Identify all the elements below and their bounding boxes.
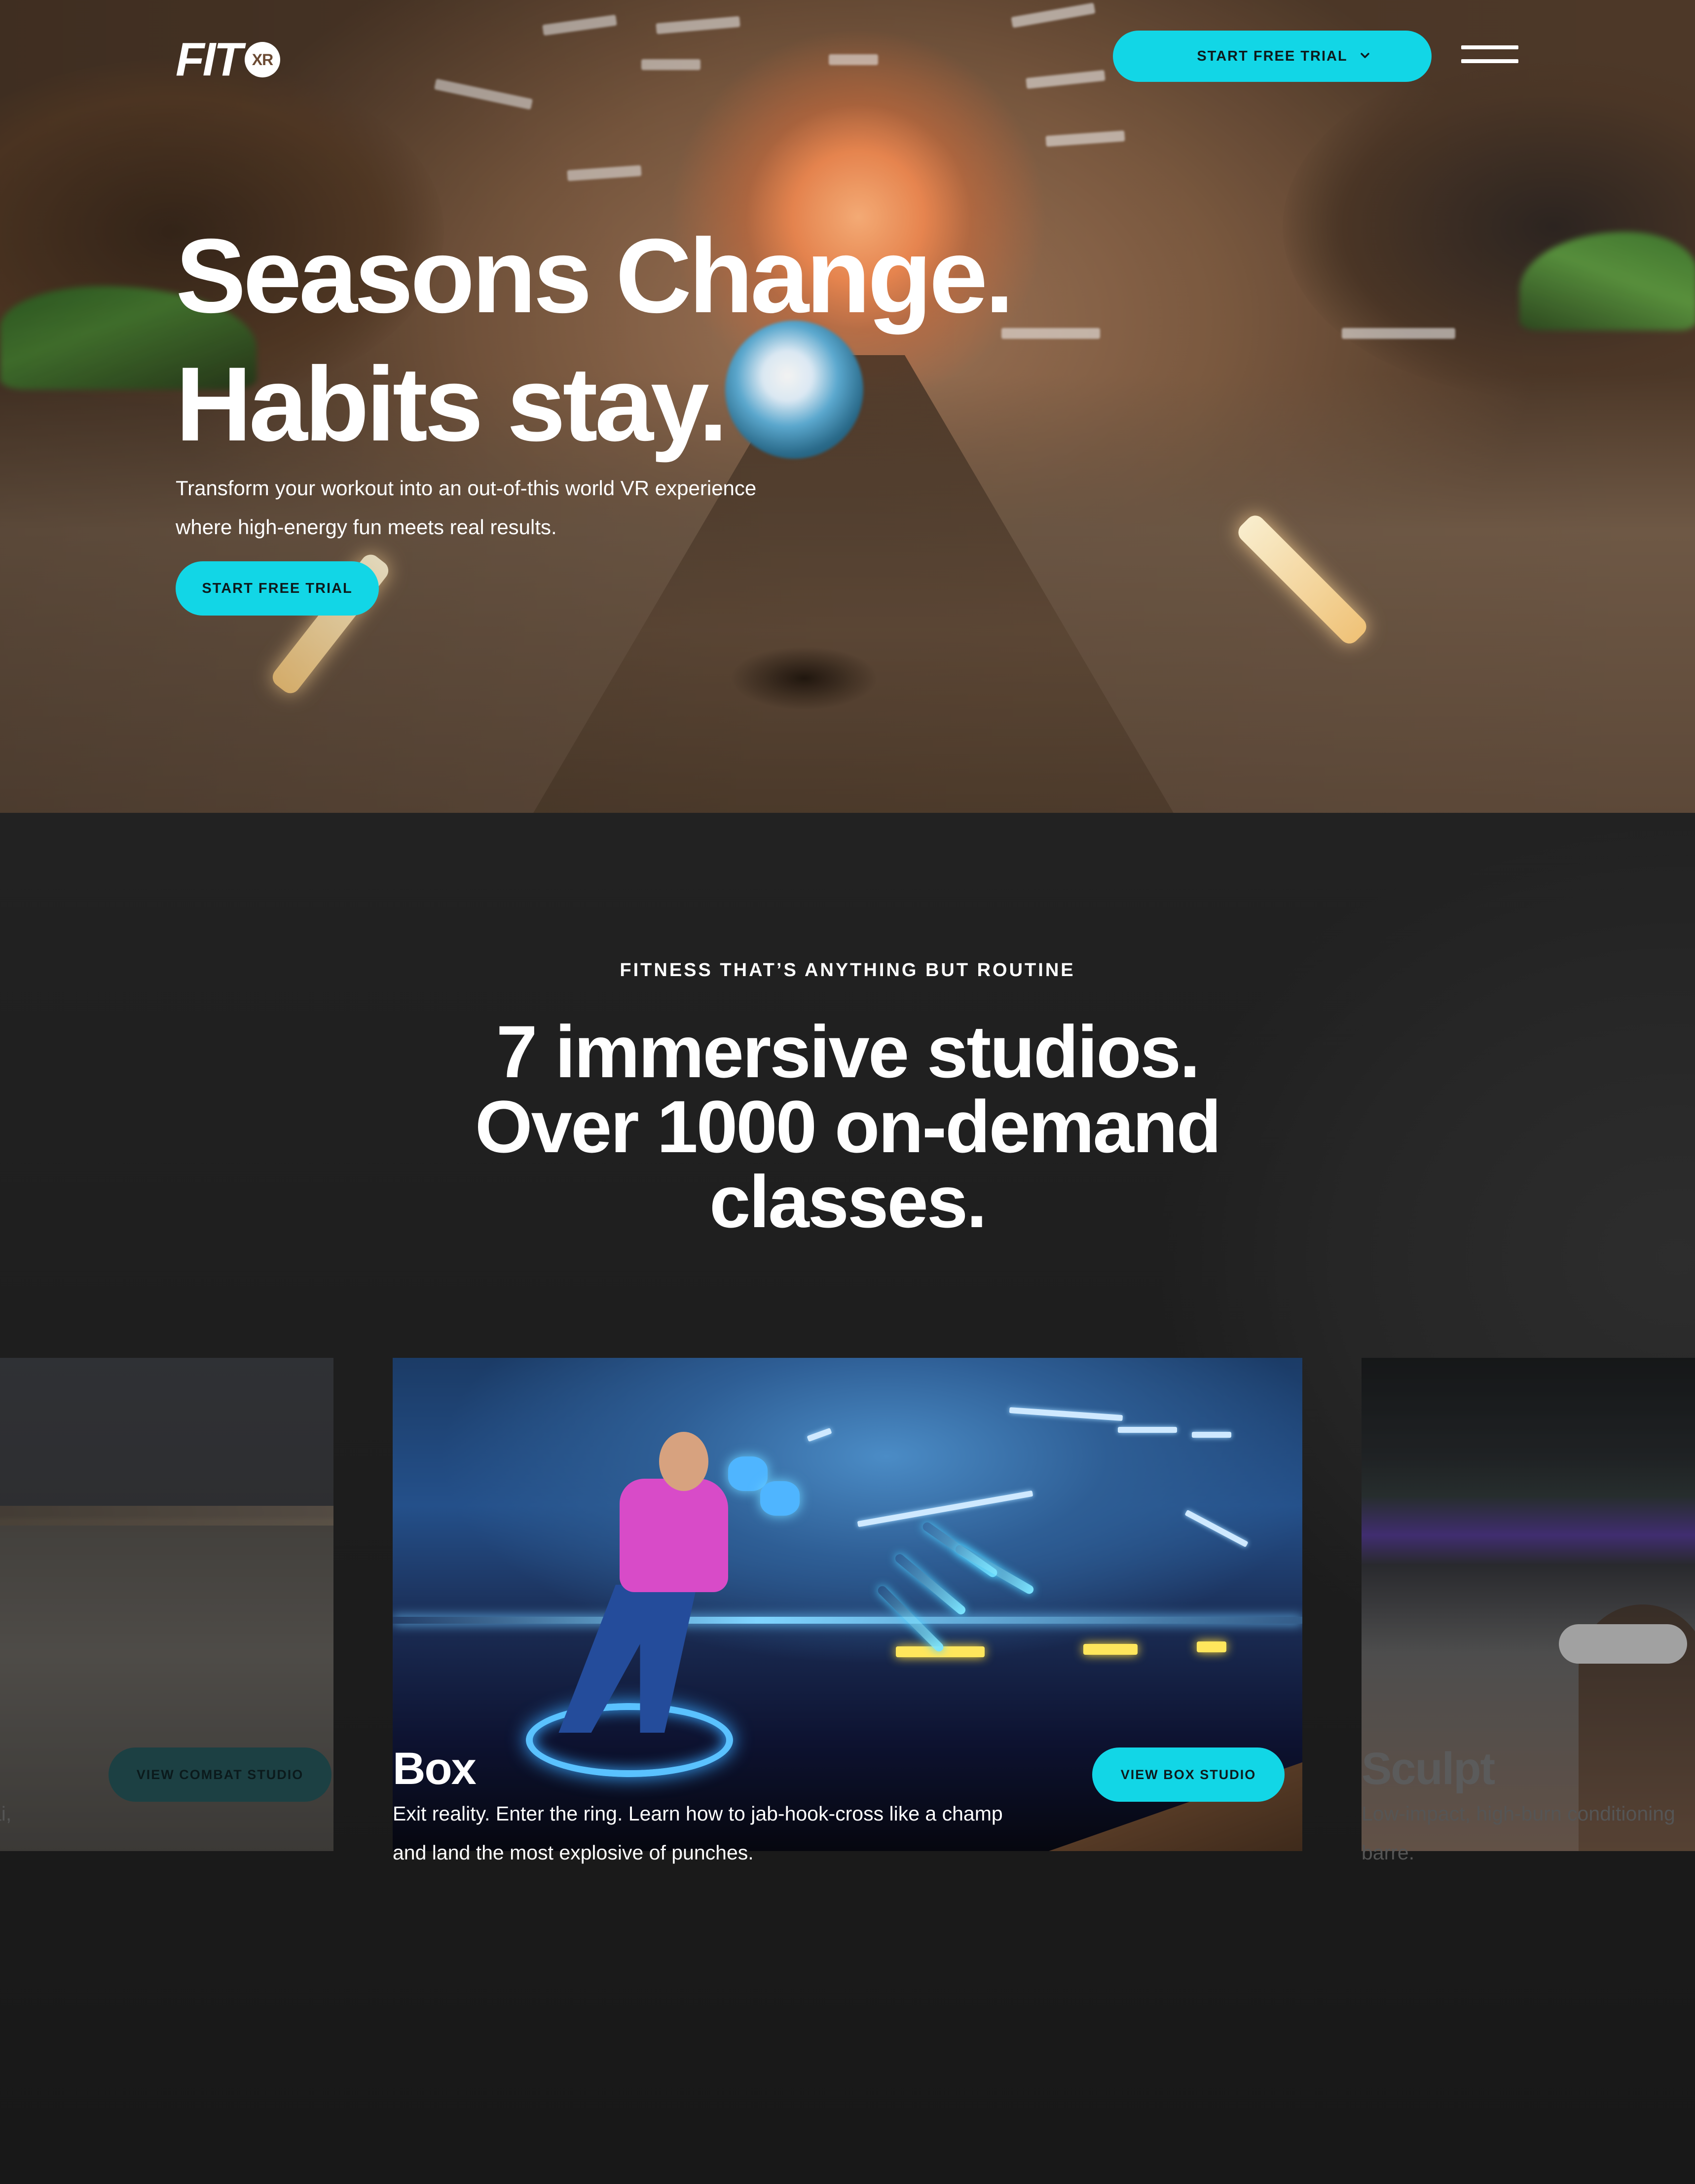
- view-combat-studio-label: VIEW COMBAT STUDIO: [136, 1767, 304, 1782]
- box-image-light-streak: [1184, 1509, 1249, 1548]
- studios-title: 7 immersive studios. Over 1000 on-demand…: [354, 1014, 1341, 1239]
- sculpt-studio-description: Low-impact, high-burn conditioning barre…: [1362, 1794, 1695, 1872]
- box-image-light-streak: [807, 1427, 832, 1442]
- box-image-floor-light: [393, 1617, 1302, 1624]
- box-image-light-streak: [1192, 1432, 1231, 1438]
- box-image-trainer-shirt: [620, 1479, 728, 1592]
- hero-start-free-trial-button[interactable]: START FREE TRIAL: [176, 561, 379, 616]
- hero-subtitle: Transform your workout into an out-of-th…: [176, 469, 866, 546]
- header-cta-label: START FREE TRIAL: [1197, 48, 1348, 64]
- hamburger-menu-icon[interactable]: [1461, 45, 1518, 66]
- view-box-studio-button[interactable]: VIEW BOX STUDIO: [1092, 1747, 1285, 1802]
- hero-section: FIT XR START FREE TRIAL Seasons Change. …: [0, 0, 1695, 813]
- box-image-light-streak: [857, 1490, 1033, 1528]
- header-start-free-trial-button[interactable]: START FREE TRIAL: [1113, 31, 1432, 82]
- hero-title-line-1: Seasons Change.: [176, 217, 1014, 335]
- combat-studio-description: ai,: [0, 1802, 12, 1825]
- box-studio-description-line-1: Exit reality. Enter the ring. Learn how …: [393, 1802, 1003, 1825]
- studios-section: FITNESS THAT’S ANYTHING BUT ROUTINE 7 im…: [0, 813, 1695, 2184]
- studios-title-line-1: 7 immersive studios.: [496, 1010, 1200, 1093]
- hero-subtitle-line-2: where high-energy fun meets real results…: [176, 515, 557, 539]
- hero-cta-label: START FREE TRIAL: [202, 580, 353, 596]
- box-studio-description: Exit reality. Enter the ring. Learn how …: [393, 1794, 1083, 1872]
- box-image-floor-marker: [1083, 1644, 1138, 1655]
- box-image-floor-ring: [526, 1703, 733, 1777]
- chevron-down-icon: [1361, 53, 1369, 58]
- logo-wordmark: FIT: [176, 33, 243, 86]
- view-combat-studio-button[interactable]: VIEW COMBAT STUDIO: [109, 1747, 332, 1802]
- box-image-punch-spark: [954, 1543, 1035, 1596]
- box-studio-title: Box: [393, 1744, 477, 1794]
- view-box-studio-label: VIEW BOX STUDIO: [1120, 1767, 1256, 1782]
- sculpt-studio-title: Sculpt: [1362, 1744, 1495, 1794]
- box-image-glove: [760, 1481, 800, 1516]
- fitxr-logo[interactable]: FIT XR: [176, 33, 329, 86]
- studios-title-line-3: classes.: [709, 1160, 987, 1243]
- box-image-trainer-head: [659, 1432, 708, 1491]
- box-image-light-streak: [1009, 1407, 1123, 1421]
- hero-subtitle-line-1: Transform your workout into an out-of-th…: [176, 476, 757, 500]
- box-image-glove: [728, 1456, 768, 1491]
- studios-eyebrow: FITNESS THAT’S ANYTHING BUT ROUTINE: [620, 960, 1075, 981]
- box-image-floor-marker: [1197, 1641, 1226, 1652]
- hero-title-line-2: Habits stay.: [176, 345, 728, 463]
- sculpt-studio-description-line-1: Low-impact, high-burn conditioning: [1362, 1802, 1675, 1825]
- studios-title-line-2: Over 1000 on-demand: [475, 1085, 1221, 1168]
- box-studio-description-line-2: and land the most explosive of punches.: [393, 1841, 754, 1864]
- sculpt-studio-description-line-2: barre.: [1362, 1841, 1415, 1864]
- box-image-light-streak: [1118, 1427, 1177, 1433]
- logo-badge: XR: [244, 42, 280, 77]
- hero-title: Seasons Change. Habits stay.: [176, 212, 1162, 469]
